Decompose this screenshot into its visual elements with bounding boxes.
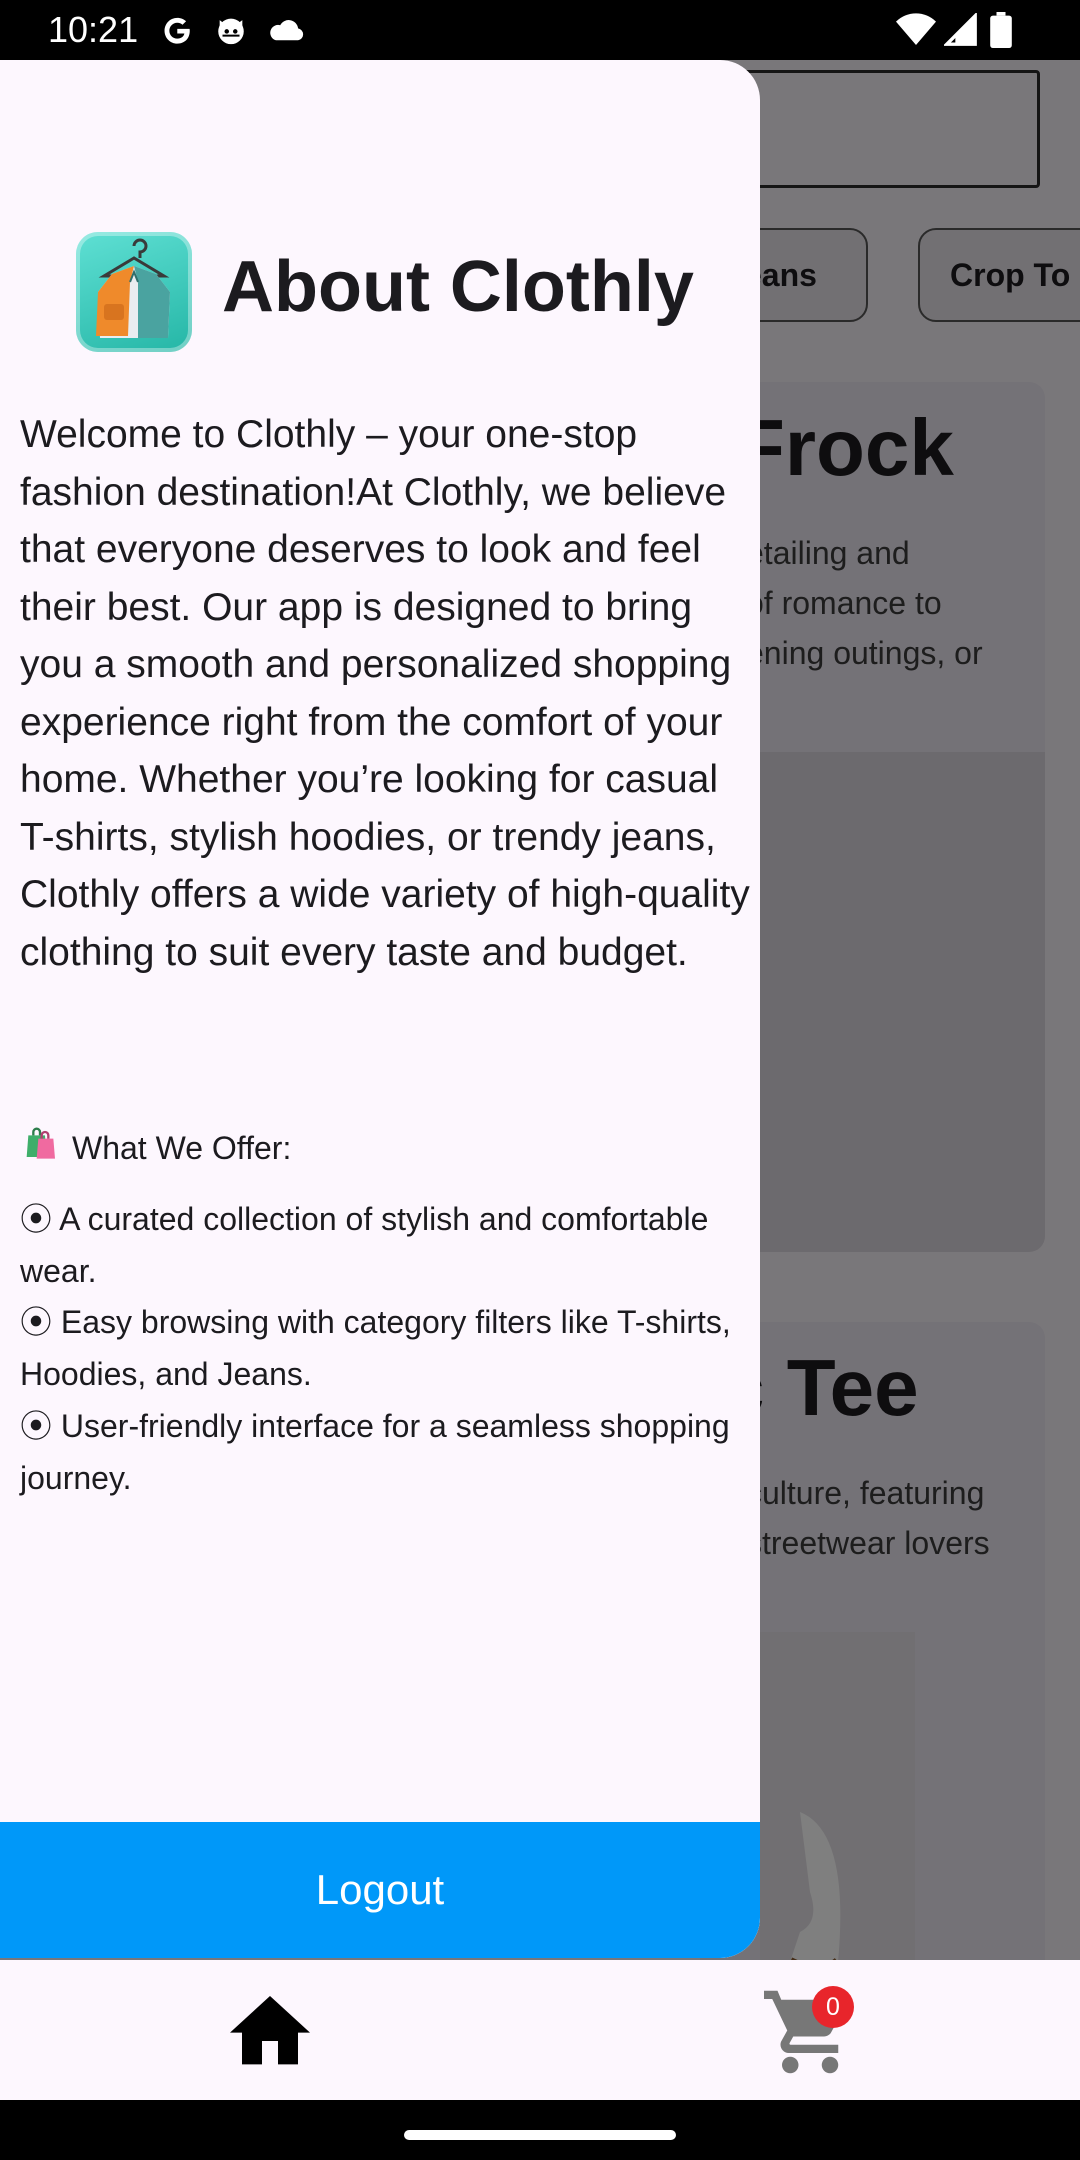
logout-button[interactable]: Logout (0, 1822, 760, 1958)
logout-label: Logout (315, 1866, 445, 1913)
clothes-hanger-jacket-icon (76, 232, 192, 352)
cart-badge: 0 (812, 1986, 854, 2028)
bottom-navigation: 0 (0, 1960, 1080, 2100)
signal-icon (944, 12, 978, 48)
status-bar: 10:21 (0, 0, 1080, 60)
gesture-bar (0, 2100, 1080, 2160)
google-icon (160, 12, 194, 48)
shopping-bags-icon (20, 1122, 60, 1173)
home-icon[interactable] (230, 1996, 310, 2066)
offer-list: ⦿ A curated collection of stylish and co… (20, 1194, 755, 1504)
cloud-icon (268, 12, 306, 48)
gesture-handle[interactable] (404, 2130, 676, 2140)
list-item: ⦿ Easy browsing with category filters li… (20, 1304, 731, 1393)
cat-face-icon (214, 12, 248, 48)
battery-icon (990, 12, 1012, 48)
about-description: Welcome to Clothly – your one-stop fashi… (20, 413, 750, 974)
offer-heading: What We Offer: (20, 1122, 291, 1173)
status-time: 10:21 (48, 9, 139, 50)
offer-heading-text: What We Offer: (72, 1129, 292, 1166)
about-drawer: About Clothly Welcome to Clothly – your … (0, 60, 760, 1958)
list-item: ⦿ A curated collection of stylish and co… (20, 1201, 709, 1289)
list-item: ⦿ User-friendly interface for a seamless… (20, 1407, 730, 1496)
wifi-icon (896, 12, 936, 48)
drawer-title: About Clothly (222, 247, 694, 327)
